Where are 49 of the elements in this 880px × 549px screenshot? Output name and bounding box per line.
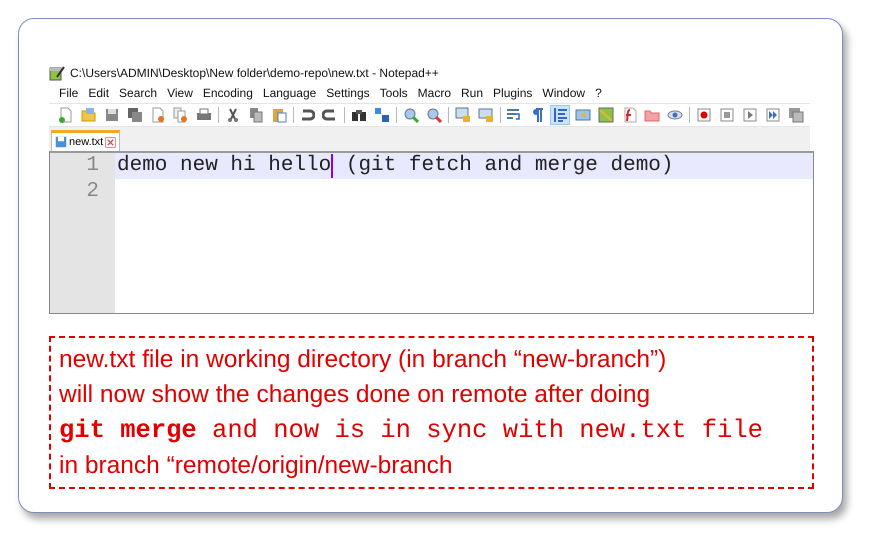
window-title: C:\Users\ADMIN\Desktop\New folder\demo-repo\new.txt - Notepad++ — [70, 66, 439, 80]
zoom-in-icon — [402, 107, 419, 123]
copy-icon — [248, 107, 264, 123]
binoculars-icon — [351, 107, 368, 123]
notepad-icon — [49, 65, 65, 81]
menu-item[interactable]: Run — [456, 86, 488, 100]
save-icon — [104, 107, 120, 123]
code-text: demo new hi hello — [117, 153, 332, 179]
play-icon — [742, 107, 758, 123]
close-all-icon — [173, 107, 189, 123]
toolbar-button[interactable] — [125, 105, 145, 125]
menu-item[interactable]: Tools — [374, 86, 413, 100]
menu-item[interactable]: Plugins — [488, 86, 538, 100]
callout-text: new.txt file in working directory (in branch “new-branch”) will now show the changes done on remote after doing git merge and now is in sync with new.txt file in branch “remote/origin/new-branch — [59, 345, 764, 481]
menu-item[interactable]: ? — [590, 86, 607, 100]
code-text: (git fetch and merge demo) — [344, 153, 674, 179]
open-folder-icon — [81, 107, 97, 123]
line-number: 2 — [86, 179, 100, 205]
toolbar-button[interactable] — [550, 105, 570, 125]
text-caret — [331, 154, 334, 178]
menu-item[interactable]: Language — [258, 86, 322, 100]
menu-item[interactable]: Encoding — [198, 86, 258, 100]
save-icon — [55, 136, 67, 148]
save-all-icon — [127, 107, 143, 123]
menu-item[interactable]: View — [162, 86, 198, 100]
menu-item[interactable]: File — [54, 86, 84, 100]
zoom-out-icon — [426, 107, 442, 123]
stop-icon — [719, 107, 736, 123]
fast-forward-icon — [765, 107, 782, 123]
toolbar-button[interactable] — [596, 105, 616, 125]
record-icon — [696, 107, 712, 123]
paste-icon — [270, 107, 287, 123]
menu-item[interactable]: Macro — [412, 86, 456, 100]
replace-icon — [374, 107, 390, 123]
save-macro-icon — [788, 107, 804, 123]
undo-icon — [299, 107, 316, 123]
line-number: 1 — [86, 153, 100, 179]
close-icon — [105, 136, 116, 148]
wrap-lines-icon — [506, 107, 522, 123]
map-icon — [598, 107, 614, 123]
menu-item[interactable]: Search — [114, 86, 162, 100]
menu-item[interactable]: Settings — [321, 86, 375, 100]
indent-guide-icon — [552, 107, 568, 123]
close-file-icon — [150, 107, 166, 123]
new-file-icon — [58, 107, 74, 123]
menu-item[interactable]: Window — [537, 86, 590, 100]
printer-icon — [196, 107, 212, 123]
file-tab[interactable]: new.txt — [51, 130, 120, 151]
menu-item[interactable]: Edit — [83, 86, 114, 100]
